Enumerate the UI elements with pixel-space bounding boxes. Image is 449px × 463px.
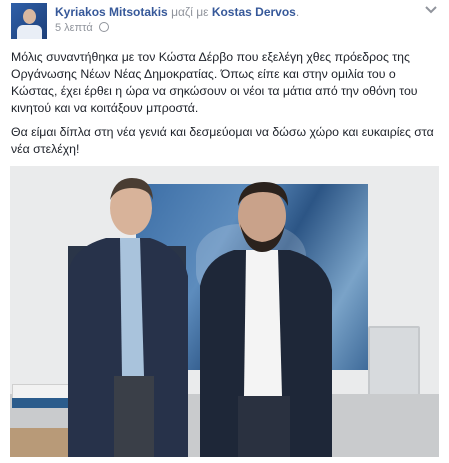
post-timestamp[interactable]: 5 λεπτά (55, 22, 109, 34)
author-name-link[interactable]: Kyriakos Mitsotakis (55, 5, 168, 19)
tagged-suffix: . (295, 5, 300, 19)
with-text: μαζί με (171, 5, 209, 19)
post-body: Μόλις συναντήθηκα με τον Κώστα Δέρβο που… (11, 49, 439, 165)
chevron-down-icon[interactable] (425, 6, 437, 14)
post-paragraph-2: Θα είμαι δίπλα στη νέα γενιά και δεσμεύο… (11, 125, 434, 156)
timestamp-text[interactable]: 5 λεπτά (55, 22, 93, 34)
globe-icon (98, 22, 109, 32)
avatar-head (23, 9, 36, 24)
person-right (200, 182, 332, 457)
author-avatar[interactable] (11, 3, 47, 39)
post-photo[interactable] (10, 166, 439, 457)
avatar-shirt (17, 25, 42, 39)
post-header: Kyriakos Mitsotakis μαζί με Kostas Dervo… (55, 5, 415, 20)
tagged-person-link[interactable]: Kostas Dervos (212, 5, 296, 19)
facebook-post: Kyriakos Mitsotakis μαζί με Kostas Dervo… (0, 0, 449, 463)
post-paragraph-1: Μόλις συναντήθηκα με τον Κώστα Δέρβο που… (11, 50, 418, 115)
photo-people (68, 178, 332, 457)
person-left (68, 178, 188, 457)
